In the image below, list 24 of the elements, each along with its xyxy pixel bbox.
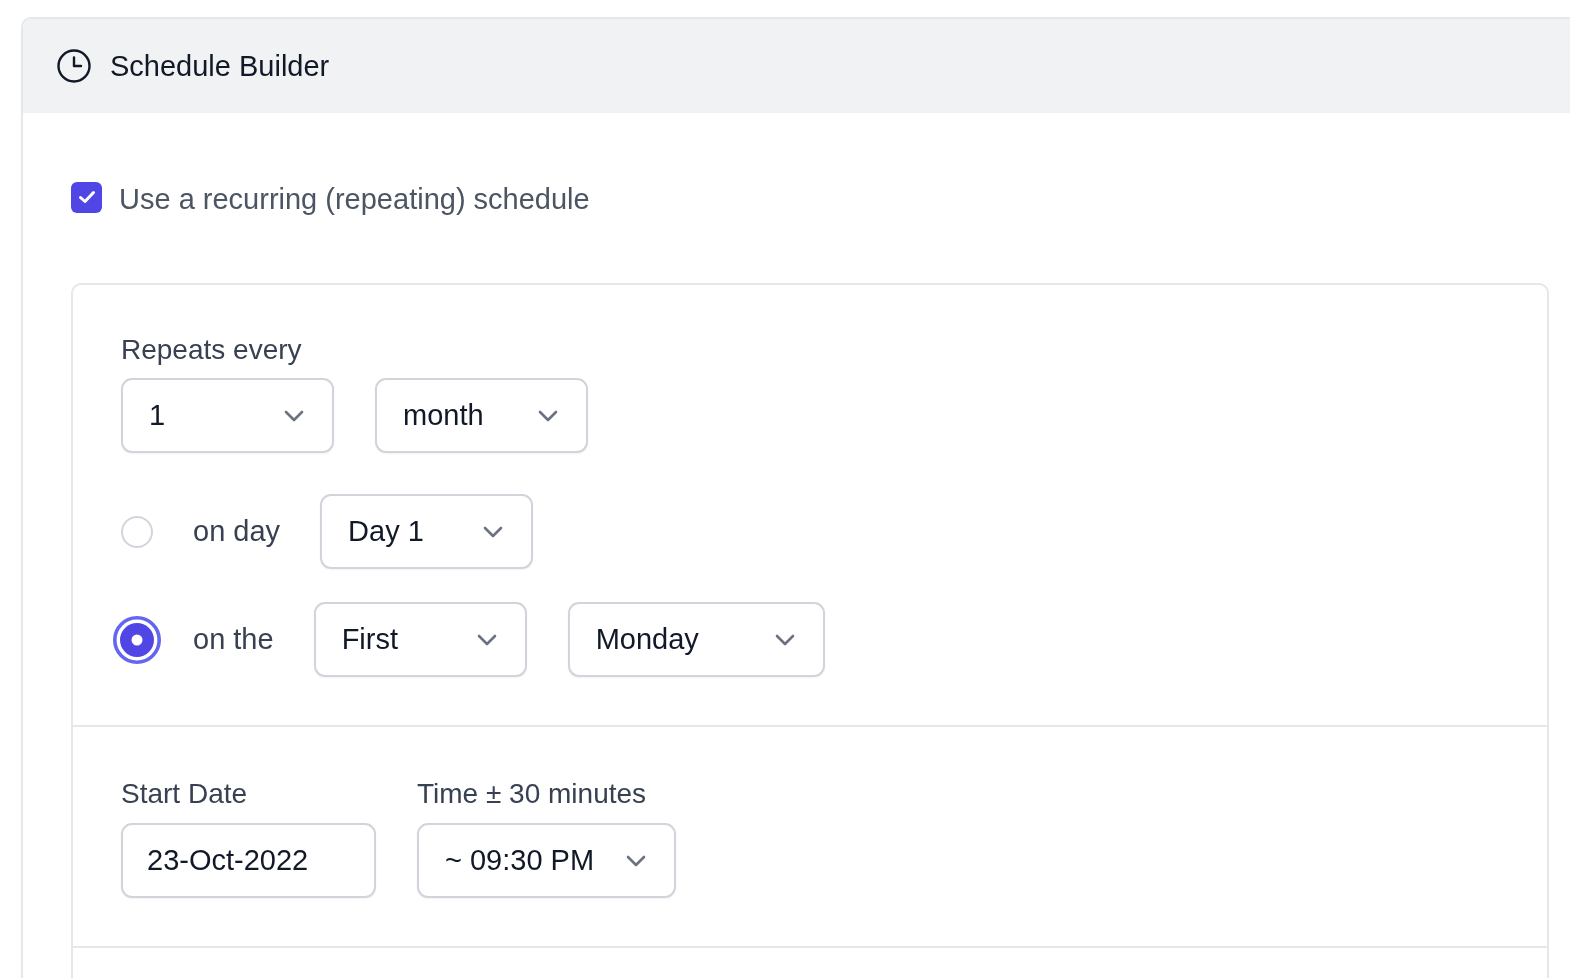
chevron-down-icon [538,409,558,422]
dropdown[interactable]: Monday [567,602,825,677]
checkbox-label: Use a recurring (repeating) schedule [119,183,590,215]
chevron-down-icon [774,633,795,646]
dropdown[interactable]: 1 [121,378,334,453]
date-field[interactable]: 23-Oct-2022 [121,823,376,898]
chevron-down-icon [626,854,646,867]
chevron-down-icon [476,633,497,646]
field-label: Time ± 30 minutes [417,777,647,811]
field-label: Start Date [121,777,248,811]
chevron-down-icon [483,525,504,538]
option-label: on the [193,623,274,656]
clock-icon [57,49,91,83]
dropdown[interactable]: month [375,378,588,453]
option-label: on day [193,515,281,548]
radio-button[interactable] [113,615,161,664]
dropdown[interactable]: First [313,602,527,677]
check-icon [77,190,96,204]
card-title: Schedule Builder [110,49,330,83]
checkbox[interactable] [71,181,102,213]
field-label: Repeats every [121,333,302,367]
chevron-down-icon [284,409,304,422]
dropdown[interactable]: ~ 09:30 PM [417,823,676,898]
dropdown[interactable]: Day 1 [320,494,534,569]
